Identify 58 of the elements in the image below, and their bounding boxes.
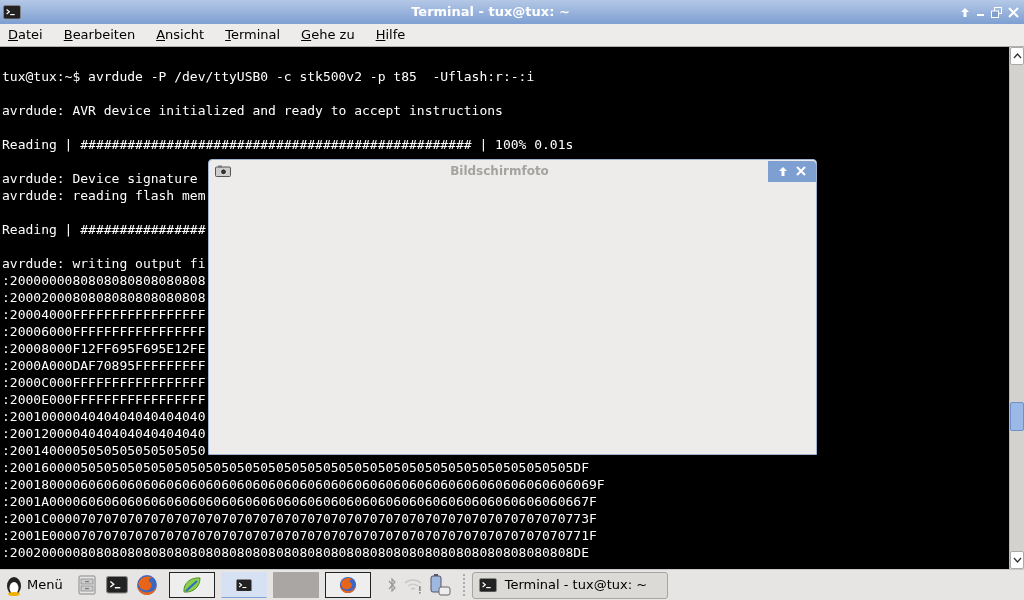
terminal-line: :2000A000DAF70895FFFFFFFFF — [2, 357, 206, 374]
terminal-line: :2001E000070707070707070707070707070707070707070707070707070707070707070771F — [2, 527, 597, 544]
battery-plug-icon[interactable] — [428, 573, 453, 597]
terminal-line: :2000000080808080808080808 — [2, 272, 206, 289]
terminal-icon — [235, 578, 252, 592]
terminal-line: avrdude: writing output fi — [2, 255, 206, 272]
window-title: Terminal - tux@tux: ~ — [410, 3, 571, 22]
camera-icon — [215, 165, 231, 177]
terminal-line: :20004000FFFFFFFFFFFFFFFFF — [2, 306, 206, 323]
terminal-icon — [105, 576, 128, 594]
menu-item[interactable]: Gehe zu — [301, 25, 355, 45]
dialog-title: Bildschirmfoto — [449, 163, 550, 180]
terminal-icon — [3, 4, 21, 20]
terminal-line: :20008000F12FF695F695E12FE — [2, 340, 206, 357]
arrow-up-icon[interactable] — [960, 6, 970, 18]
file-cabinet-icon[interactable] — [77, 575, 96, 595]
close-icon[interactable] — [796, 166, 806, 176]
scrollbar[interactable] — [1009, 47, 1024, 569]
terminal-line: :200160000505050505050505050505050505050505050505050505050505050505050505DF — [2, 459, 589, 476]
menu-item[interactable]: Datei — [8, 25, 43, 45]
penguin-icon — [5, 574, 23, 596]
scroll-down-icon[interactable] — [1012, 557, 1022, 563]
workspace-button[interactable] — [168, 572, 215, 598]
terminal-line: :20006000FFFFFFFFFFFFFFFFF — [2, 323, 206, 340]
terminal-line: tux@tux:~$ avrdude -P /dev/ttyUSB0 -c stk500v2 -p t85 -Uflash:r:-:i — [2, 68, 535, 85]
terminal-line: :2001C000070707070707070707070707070707070707070707070707070707070707070773F — [2, 510, 597, 527]
workspace-button[interactable] — [324, 572, 371, 598]
terminal-line: :200200000808080808080808080808080808080808080808080808080808080808080808DE — [2, 544, 589, 561]
menu-item[interactable]: Bearbeiten — [63, 25, 136, 45]
terminal-line: :2001A000060606060606060606060606060606060606060606060606060606060606060667F — [2, 493, 597, 510]
terminal-line: avrdude: AVR device initialized and ready to accept instructions — [2, 102, 503, 119]
terminal-line: :2001000004040404040404040 — [2, 408, 206, 425]
terminal-line: :2000E000FFFFFFFFFFFFFFFFF — [2, 391, 206, 408]
scroll-thumb[interactable] — [1010, 402, 1024, 431]
terminal-line: :2000C000FFFFFFFFFFFFFFFFF — [2, 374, 206, 391]
arrow-up-icon[interactable] — [778, 165, 788, 177]
terminal-line: Reading | ################################################## | 100% 0.01s — [2, 136, 574, 153]
terminal-line: Reading | ################ — [2, 221, 206, 238]
menu-item[interactable]: Terminal — [225, 25, 281, 45]
menu-item[interactable]: Ansicht — [156, 25, 205, 45]
terminal-line: :2001200004040404040404040 — [2, 425, 206, 442]
scroll-up-icon[interactable] — [1012, 53, 1022, 59]
terminal-line: avrdude: Device signature — [2, 170, 199, 187]
wifi-icon[interactable] — [402, 576, 423, 594]
maximize-icon[interactable] — [991, 6, 1002, 18]
bluetooth-icon[interactable] — [386, 577, 397, 593]
terminal-icon — [478, 577, 497, 593]
browser-icon — [338, 576, 357, 594]
terminal-line: :2000200080808080808080808 — [2, 289, 206, 306]
close-icon[interactable] — [1008, 6, 1019, 18]
task-button[interactable]: Terminal - tux@tux: ~ — [471, 571, 668, 599]
terminal-line: avrdude: reading flash mem — [2, 187, 206, 204]
menu-item[interactable]: Hilfe — [375, 25, 406, 45]
terminal-line: :2001400005050505050505050 — [2, 442, 206, 459]
menu-button[interactable]: Menü — [5, 574, 69, 596]
leaf-pen-icon — [180, 575, 203, 595]
terminal-line: :200180000606060606060606060606060606060606060606060606060606060606060606069F — [2, 476, 605, 493]
browser-icon — [135, 574, 158, 596]
